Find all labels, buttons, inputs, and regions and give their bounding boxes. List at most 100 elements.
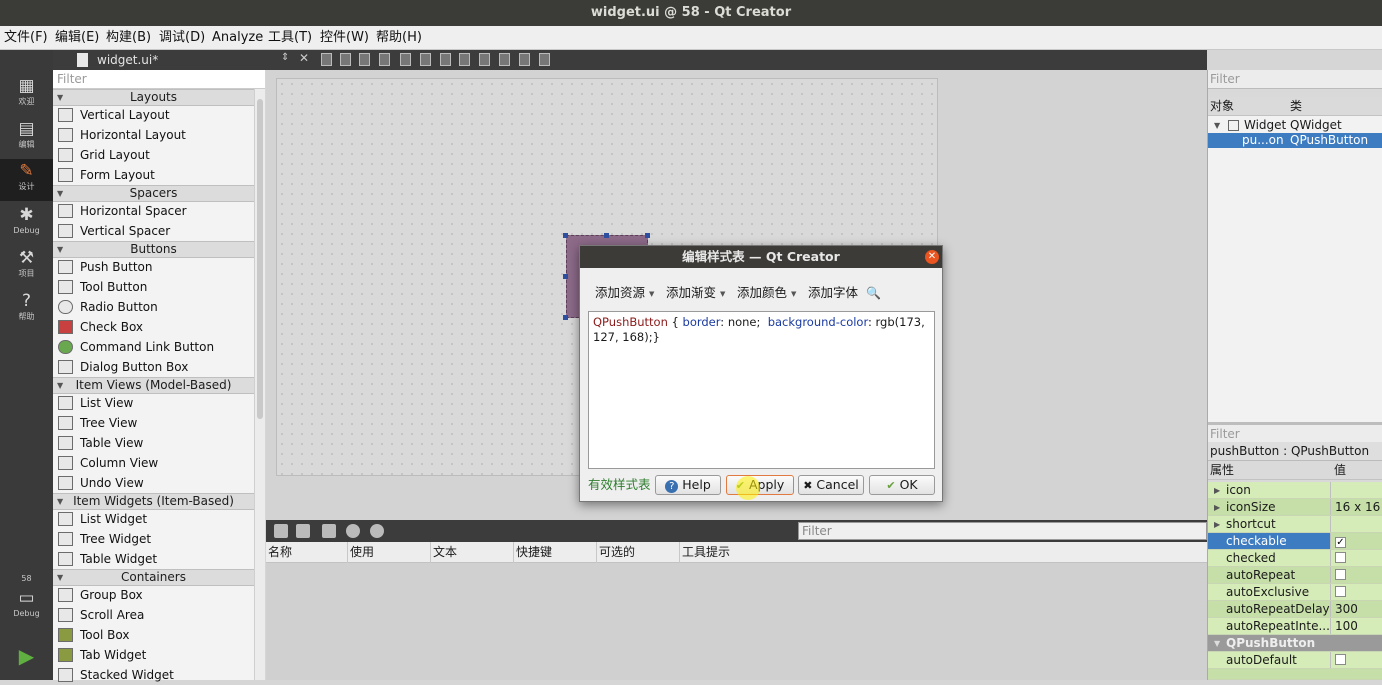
- property-row-icon[interactable]: ▶ icon: [1208, 482, 1382, 499]
- resize-handle[interactable]: [645, 233, 650, 238]
- object-column-header[interactable]: 对象: [1210, 97, 1234, 116]
- widget-group-box[interactable]: Group Box: [53, 585, 254, 605]
- widget-stacked-widget[interactable]: Stacked Widget: [53, 665, 254, 685]
- column-header[interactable]: 使用: [348, 542, 431, 563]
- close-tab-icon[interactable]: ✕: [299, 51, 309, 65]
- stylesheet-editor[interactable]: QPushButton { border: none; background-c…: [588, 311, 935, 469]
- object-row-widget[interactable]: ▼ Widget QWidget: [1208, 118, 1382, 133]
- mode-welcome[interactable]: ▦ 欢迎: [0, 74, 53, 116]
- paste-action-icon[interactable]: [322, 524, 336, 538]
- checked-checkbox[interactable]: [1335, 552, 1346, 563]
- copy-action-icon[interactable]: [296, 524, 310, 538]
- menu-widgets[interactable]: 控件(W): [320, 26, 369, 50]
- edit-signals-icon[interactable]: [340, 53, 351, 66]
- settings-gear-icon[interactable]: [370, 524, 384, 538]
- cancel-button[interactable]: ✖ Cancel: [798, 475, 864, 495]
- property-row-iconsize[interactable]: ▶ iconSize 16 x 16: [1208, 499, 1382, 516]
- property-row-checkable[interactable]: checkable ✓: [1208, 533, 1382, 550]
- property-row-autorepeat[interactable]: autoRepeat: [1208, 567, 1382, 584]
- autoexclusive-checkbox[interactable]: [1335, 586, 1346, 597]
- column-header[interactable]: 工具提示: [680, 542, 1207, 563]
- layout-form-icon[interactable]: [479, 53, 490, 66]
- widget-scroll-area[interactable]: Scroll Area: [53, 605, 254, 625]
- property-section-qpushbutton[interactable]: ▼ QPushButton: [1208, 635, 1382, 652]
- mode-projects[interactable]: ⚒ 项目: [0, 246, 53, 288]
- category-containers[interactable]: ▼ Containers: [53, 569, 254, 586]
- widget-tab-widget[interactable]: Tab Widget: [53, 645, 254, 665]
- add-resource-menu[interactable]: 添加资源 ▼: [595, 284, 654, 302]
- widget-vertical-spacer[interactable]: Vertical Spacer: [53, 221, 254, 241]
- new-action-icon[interactable]: [274, 524, 288, 538]
- break-layout-icon[interactable]: [519, 53, 530, 66]
- widget-table-view[interactable]: Table View: [53, 433, 254, 453]
- layout-horizontal-icon[interactable]: [400, 53, 411, 66]
- tab-switch-arrows-icon[interactable]: ⇕: [281, 52, 289, 63]
- widget-dialog-button-box[interactable]: Dialog Button Box: [53, 357, 254, 377]
- menu-debug[interactable]: 调试(D): [159, 26, 205, 50]
- menu-build[interactable]: 构建(B): [106, 26, 151, 50]
- edit-buddies-icon[interactable]: [359, 53, 370, 66]
- widget-tool-box[interactable]: Tool Box: [53, 625, 254, 645]
- column-header[interactable]: 可选的: [597, 542, 680, 563]
- widget-tree-view[interactable]: Tree View: [53, 413, 254, 433]
- widget-radio-button[interactable]: Radio Button: [53, 297, 254, 317]
- widget-tool-button[interactable]: Tool Button: [53, 277, 254, 297]
- category-buttons[interactable]: ▼ Buttons: [53, 241, 254, 258]
- property-row-shortcut[interactable]: ▶ shortcut: [1208, 516, 1382, 533]
- menu-file[interactable]: 文件(F): [4, 26, 48, 50]
- font-picker-icon[interactable]: 🔍: [866, 284, 881, 302]
- category-layouts[interactable]: ▼ Layouts: [53, 89, 254, 106]
- resize-handle[interactable]: [604, 233, 609, 238]
- kit-selector[interactable]: 58 ▭ Debug: [0, 572, 53, 632]
- edit-taborder-icon[interactable]: [379, 53, 390, 66]
- layout-hsplit-icon[interactable]: [440, 53, 451, 66]
- widget-vertical-layout[interactable]: Vertical Layout: [53, 105, 254, 125]
- help-button[interactable]: ? Help: [655, 475, 721, 495]
- autorepeat-checkbox[interactable]: [1335, 569, 1346, 580]
- menu-edit[interactable]: 编辑(E): [55, 26, 99, 50]
- resize-handle[interactable]: [563, 233, 568, 238]
- delete-action-icon[interactable]: [346, 524, 360, 538]
- mode-edit[interactable]: ▤ 编辑: [0, 117, 53, 159]
- adjust-size-icon[interactable]: [539, 53, 550, 66]
- property-row-checked[interactable]: checked: [1208, 550, 1382, 567]
- widget-horizontal-spacer[interactable]: Horizontal Spacer: [53, 201, 254, 221]
- mode-help[interactable]: ? 帮助: [0, 289, 53, 331]
- widget-command-link-button[interactable]: Command Link Button: [53, 337, 254, 357]
- object-row-pushbutton[interactable]: pu...on QPushButton: [1208, 133, 1382, 148]
- widget-table-widget[interactable]: Table Widget: [53, 549, 254, 569]
- object-filter-input[interactable]: Filter: [1208, 70, 1382, 89]
- column-header[interactable]: 文本: [431, 542, 514, 563]
- widget-list-widget[interactable]: List Widget: [53, 509, 254, 529]
- widget-form-layout[interactable]: Form Layout: [53, 165, 254, 185]
- mode-debug[interactable]: ✱ Debug: [0, 203, 53, 245]
- property-row-autodefault[interactable]: autoDefault: [1208, 652, 1382, 669]
- widget-column-view[interactable]: Column View: [53, 453, 254, 473]
- value-column-header[interactable]: 值: [1334, 461, 1346, 480]
- add-font-button[interactable]: 添加字体: [808, 284, 858, 302]
- checkable-checkbox[interactable]: ✓: [1335, 537, 1346, 548]
- mode-design[interactable]: ✎ 设计: [0, 159, 53, 201]
- action-filter-input[interactable]: Filter: [798, 522, 1207, 540]
- resize-handle[interactable]: [563, 274, 568, 279]
- column-header[interactable]: 名称: [266, 542, 348, 563]
- widget-tree-widget[interactable]: Tree Widget: [53, 529, 254, 549]
- widget-push-button[interactable]: Push Button: [53, 257, 254, 277]
- autodefault-checkbox[interactable]: [1335, 654, 1346, 665]
- widget-filter-input[interactable]: Filter: [53, 70, 265, 89]
- property-row-autorepeatdelay[interactable]: autoRepeatDelay 300: [1208, 601, 1382, 618]
- widget-check-box[interactable]: Check Box: [53, 317, 254, 337]
- run-button[interactable]: ▶: [0, 644, 53, 674]
- menu-help[interactable]: 帮助(H): [376, 26, 422, 50]
- add-color-menu[interactable]: 添加颜色 ▼: [737, 284, 796, 302]
- category-item-views[interactable]: ▼ Item Views (Model-Based): [53, 377, 254, 394]
- widget-horizontal-layout[interactable]: Horizontal Layout: [53, 125, 254, 145]
- property-row-autorepeatinterval[interactable]: autoRepeatInte... 100: [1208, 618, 1382, 635]
- class-column-header[interactable]: 类: [1290, 97, 1302, 116]
- widget-grid-layout[interactable]: Grid Layout: [53, 145, 254, 165]
- widget-list-view[interactable]: List View: [53, 393, 254, 413]
- column-header[interactable]: 快捷键: [514, 542, 597, 563]
- widget-box-scrollbar[interactable]: [254, 89, 265, 680]
- ok-button[interactable]: ✔ OK: [869, 475, 935, 495]
- layout-grid-icon[interactable]: [499, 53, 510, 66]
